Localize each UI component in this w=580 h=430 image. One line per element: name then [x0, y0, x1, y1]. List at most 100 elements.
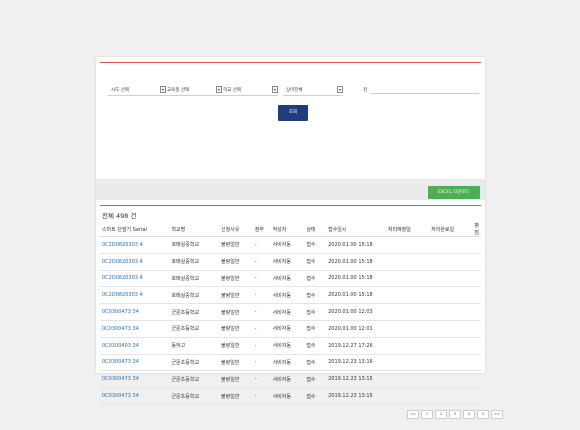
search-input[interactable] [370, 93, 479, 94]
page-link[interactable]: << [407, 410, 419, 419]
table-cell: 불량일반 [219, 303, 253, 321]
table-cell: 접수 [304, 337, 327, 355]
table-cell [472, 387, 481, 405]
table-cell: 서비자동 [270, 337, 305, 355]
page-link[interactable]: 4 [463, 410, 475, 419]
table-cell: 군문초등학교 [169, 370, 220, 389]
table-cell [472, 286, 481, 305]
column-header: 신청사유 [219, 222, 253, 237]
table-cell: - [252, 236, 271, 254]
table-cell [429, 370, 473, 389]
table-cell: 서비자동 [270, 270, 305, 288]
serial-link[interactable]: 0C0300473 34 [100, 354, 170, 372]
serial-link[interactable]: 0C0300473 34 [100, 370, 170, 389]
table-cell [472, 320, 481, 338]
table-cell [385, 337, 430, 355]
table-cell [385, 303, 430, 321]
table-row[interactable]: 0C2D0820303 4 호매실중학교 불량일반 - 서비자동 접수 2020.01.00… [100, 236, 481, 254]
divider [283, 95, 343, 96]
page-link[interactable]: 1 [421, 410, 433, 419]
column-header: 접수일시 [326, 222, 386, 237]
school-select[interactable]: 학교 선택 ▾ [220, 85, 278, 94]
serial-link[interactable]: 0C0300473 34 [100, 320, 170, 338]
table-cell: 불량일반 [219, 286, 253, 305]
serial-link[interactable]: 0C2D0820303 4 [100, 236, 170, 254]
table-row[interactable]: 0C2D0820303 4 호매실중학교 불량일반 - 서비자동 접수 2020.01.00… [100, 286, 481, 305]
chevron-down-icon: ▾ [337, 86, 343, 93]
table-cell: 서비자동 [270, 303, 305, 321]
table-cell: 불량일반 [219, 320, 253, 338]
column-header: 처리완료일 [429, 222, 473, 237]
region-select[interactable]: 시도 선택 ▾ [108, 85, 166, 94]
pagination: << 1 2 3 4 5 >> [407, 410, 503, 419]
table-cell: 접수 [304, 387, 327, 405]
table-cell: 2020.01.00 15:18 [326, 286, 386, 305]
table-cell [429, 270, 473, 288]
table-row[interactable]: 0C0300473 34 군문초등학교 불량일반 - 서비자동 접수 2020.01.00 … [100, 320, 481, 338]
table-cell: 2020.01.00 15:18 [326, 270, 386, 288]
table-cell: 불량일반 [219, 270, 253, 288]
serial-link[interactable]: 0C2D0820303 4 [100, 286, 170, 305]
column-header: 학교명 [169, 222, 220, 237]
table-cell [472, 236, 481, 254]
table-cell: - [252, 354, 271, 372]
table-cell [429, 236, 473, 254]
table-cell [385, 370, 430, 389]
page-link[interactable]: 3 [449, 410, 461, 419]
school-select-label: 학교 선택 [223, 87, 241, 93]
page-link[interactable]: 2 [435, 410, 447, 419]
serial-link[interactable]: 0C0300473 34 [100, 387, 170, 405]
table-cell: 군문초등학교 [169, 320, 220, 338]
table-header-row: 스마트 단말기 Serial 학교명 신청사유 첨부 작성자 상태 접수일시 처… [100, 222, 481, 237]
column-header: 작성자 [270, 222, 305, 237]
table-cell: 호매실중학교 [169, 253, 220, 271]
table-cell: 서비자동 [270, 354, 305, 372]
table-cell: - [252, 270, 271, 288]
table-cell: 군문초등학교 [169, 387, 220, 405]
page-link[interactable]: >> [491, 410, 503, 419]
toolbar-band [96, 179, 485, 200]
office-select[interactable]: 교육청 선택 ▾ [164, 85, 222, 94]
table-row[interactable]: 0C0300473 34 군문초등학교 불량일반 - 서비자동 접수 2019.12.23 … [100, 387, 481, 405]
search-button[interactable]: 조회 [278, 105, 308, 121]
table-cell: 2019.12.27 17:26 [326, 337, 386, 355]
table-cell: 호매실중학교 [169, 270, 220, 288]
region-select-label: 시도 선택 [111, 87, 129, 93]
table-cell: 접수 [304, 270, 327, 288]
table-row[interactable]: 0C0300473 34 군문초등학교 불량일반 - 서비자동 접수 2019.12.23 … [100, 370, 481, 389]
table-row[interactable]: 0C0300473 34 군문초등학교 불량일반 - 서비자동 접수 2020.01.00 … [100, 303, 481, 321]
excel-download-button[interactable]: EXCEL 다운로드 [428, 186, 480, 199]
table-row[interactable]: 0C0300473 34 군문초등학교 불량일반 - 서비자동 접수 2019.12.23 … [100, 354, 481, 372]
serial-link[interactable]: 0C0300473 34 [100, 303, 170, 321]
table-row[interactable]: 0C2D0820303 4 호매실중학교 불량일반 - 서비자동 접수 2020.01.00… [100, 270, 481, 288]
status-select[interactable]: 상이전체 ▾ [283, 85, 343, 94]
table-cell [472, 354, 481, 372]
page-link[interactable]: 5 [477, 410, 489, 419]
divider [164, 95, 222, 96]
table-cell: - [252, 303, 271, 321]
divider [108, 95, 166, 96]
table-cell: 접수 [304, 236, 327, 254]
table-cell [385, 354, 430, 372]
serial-link[interactable]: 0C2D0820303 4 [100, 253, 170, 271]
column-header: 평점 [472, 222, 481, 237]
table-row[interactable]: 0C2D0820303 4 호매실중학교 불량일반 - 서비자동 접수 2020.01.00… [100, 253, 481, 271]
table-cell: 접수 [304, 354, 327, 372]
serial-link[interactable]: 0C2D0820303 4 [100, 270, 170, 288]
table-cell: - [252, 370, 271, 389]
table-cell: 군문초등학교 [169, 354, 220, 372]
table-cell [429, 320, 473, 338]
table-cell: - [252, 253, 271, 271]
table-cell: 불량일반 [219, 253, 253, 271]
table-cell: 2019.12.23 13:16 [326, 354, 386, 372]
table-cell: 접수 [304, 320, 327, 338]
list-divider [100, 205, 481, 206]
table-row[interactable]: 0C0100403 34 동하고 불량일반 - 서비자동 접수 2019.12.27 17:… [100, 337, 481, 355]
table-cell [429, 337, 473, 355]
table-cell [385, 320, 430, 338]
table-cell [472, 370, 481, 389]
table-cell: 서비자동 [270, 236, 305, 254]
serial-link[interactable]: 0C0100403 34 [100, 337, 170, 355]
table-cell: 불량일반 [219, 236, 253, 254]
table-cell: 호매실중학교 [169, 236, 220, 254]
